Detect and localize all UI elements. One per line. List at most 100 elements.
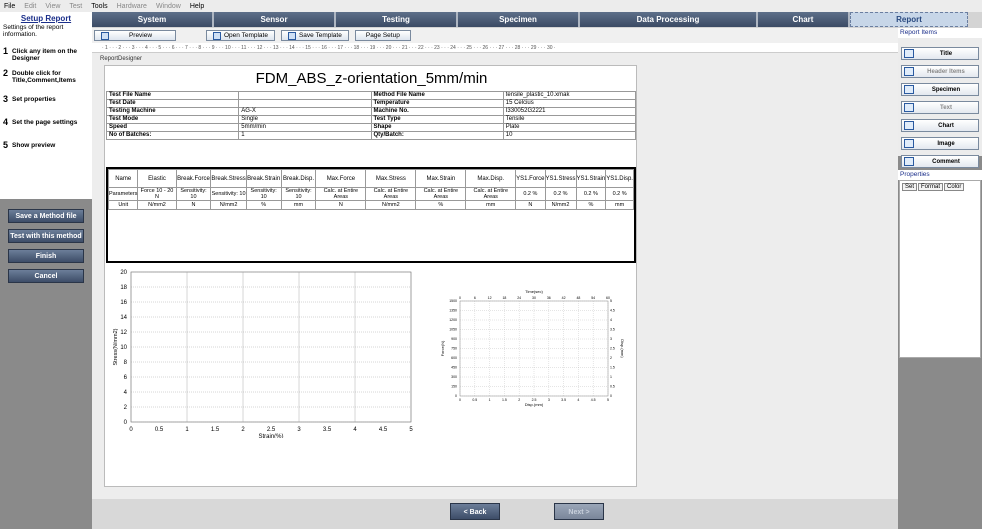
- x-tick-label: 0: [129, 427, 133, 433]
- menu-hardware[interactable]: Hardware: [117, 3, 147, 10]
- report-item-text[interactable]: Text: [901, 101, 979, 114]
- step-number: 5: [3, 140, 9, 150]
- nav-tab-data-processing[interactable]: Data Processing: [580, 12, 758, 27]
- results-cell: %: [245, 200, 282, 210]
- header-item-value: 15 Celcius: [502, 99, 637, 108]
- menu-tools[interactable]: Tools: [91, 3, 107, 10]
- y-tick-label: 14: [120, 315, 127, 321]
- report-item-label: Header Items: [927, 68, 965, 75]
- menu-bar: File Edit View Test Tools Hardware Window Help: [0, 0, 982, 12]
- report-item-label: Chart: [938, 122, 954, 129]
- setup-instructions: Setup Report Settings of the report info…: [0, 12, 92, 199]
- header-item-key: Test Type: [370, 115, 504, 124]
- right-panel: Report Items Title Header Items Specimen Te…: [898, 28, 982, 529]
- results-cell: Sensitivity: 10: [245, 187, 282, 201]
- menu-window[interactable]: Window: [156, 3, 181, 10]
- results-p-row: Parameters Force 10 - 20 N Sensitivity: 10…: [107, 187, 634, 201]
- y-axis-label: Force(N): [440, 340, 445, 356]
- x-tick-label: 4: [577, 398, 579, 402]
- results-cell: Elastic: [137, 169, 177, 188]
- results-cell: N/mm2: [365, 200, 417, 210]
- results-cell: 0.2 %: [544, 187, 577, 201]
- menu-test[interactable]: Test: [69, 3, 82, 10]
- menu-file[interactable]: File: [4, 3, 15, 10]
- stress-strain-chart[interactable]: 0 0.5 1 1.5 2 2.5 3 3.5 4 4.5 5 0 2 4 6 8 10 12 14 16 18 20 St…: [109, 268, 419, 438]
- x2-tick-label: 18: [502, 296, 506, 300]
- x-tick-label: 2.5: [267, 427, 276, 433]
- menu-edit[interactable]: Edit: [24, 3, 36, 10]
- x-axis-label: Strain(%): [258, 434, 283, 438]
- specimen-results-table[interactable]: Name Elastic Break.Force Break.Stress Break.…: [106, 167, 636, 263]
- cancel-button[interactable]: Cancel: [8, 269, 84, 283]
- y-tick-label: 2: [124, 405, 128, 411]
- report-item-header-items[interactable]: Header Items: [901, 65, 979, 78]
- x-tick-label: 4.5: [591, 398, 596, 402]
- header-item-value: I330052G2221: [502, 107, 637, 116]
- y2-tick-label: 3: [610, 337, 612, 341]
- save-template-button[interactable]: Save Template: [280, 30, 349, 41]
- page-setup-button[interactable]: Page Setup: [354, 30, 411, 41]
- specimen-icon: [904, 85, 914, 94]
- x2-tick-label: 36: [547, 296, 551, 300]
- nav-tab-system[interactable]: System: [92, 12, 214, 27]
- properties-tab-set[interactable]: Set: [902, 183, 918, 191]
- y2-tick-label: 4: [610, 318, 612, 322]
- next-button[interactable]: Next >: [554, 503, 604, 520]
- report-item-chart[interactable]: Chart: [901, 119, 979, 132]
- chart-icon: [904, 121, 914, 130]
- open-template-button[interactable]: Open Template: [206, 30, 275, 41]
- header-item-row: Testing Machine AG-X Machine No. I330052G22…: [105, 107, 637, 116]
- properties-tab-format[interactable]: Format: [918, 183, 944, 191]
- x-tick-label: 0.5: [155, 427, 164, 433]
- finish-button[interactable]: Finish: [8, 249, 84, 263]
- report-item-comment[interactable]: Comment: [901, 155, 979, 168]
- properties-tab-color[interactable]: Color: [944, 183, 965, 191]
- x-tick-label: 5: [607, 398, 609, 402]
- header-item-row: No of Batches: 1 Qty/Batch: 10: [105, 131, 637, 140]
- nav-tab-testing[interactable]: Testing: [336, 12, 458, 27]
- report-item-specimen[interactable]: Specimen: [901, 83, 979, 96]
- header-item-value: 5mm/min: [238, 123, 372, 132]
- header-item-key: Testing Machine: [105, 107, 240, 116]
- report-item-title[interactable]: Title: [901, 47, 979, 60]
- preview-icon: [101, 31, 109, 40]
- x-tick-label: 2: [241, 427, 245, 433]
- menu-view[interactable]: View: [45, 3, 60, 10]
- menu-help[interactable]: Help: [190, 3, 204, 10]
- report-designer-area: ReportDesigner FDM_ABS_z-orientation_5mm…: [92, 53, 898, 499]
- back-button[interactable]: < Back: [450, 503, 500, 520]
- designer-toolbar: Preview Open Template Save Template Page…: [92, 28, 898, 43]
- force-disp-chart[interactable]: 0 0.5 1 1.5 2 2.5 3 3.5 4 4.5 50 6 12 18 24 30 36 42 48 54 6…: [428, 271, 634, 436]
- report-title[interactable]: FDM_ABS_z-orientation_5mm/min: [105, 70, 638, 87]
- test-with-this-method-button[interactable]: Test with this method: [8, 229, 84, 243]
- results-cell: 0.2 %: [515, 187, 546, 201]
- y2-tick-label: 1.5: [610, 366, 615, 370]
- header-item-key: Machine No.: [370, 107, 504, 116]
- header-items-table[interactable]: Test File Name Method File Name tensile_pl…: [105, 91, 637, 140]
- results-cell: Break.Disp.: [280, 169, 317, 188]
- setup-report-title[interactable]: Setup Report: [3, 14, 89, 23]
- report-designer-tab[interactable]: ReportDesigner: [100, 56, 142, 62]
- nav-tab-chart[interactable]: Chart: [758, 12, 850, 27]
- save-a-method-file-button[interactable]: Save a Method file: [8, 209, 84, 223]
- header-item-value: [238, 91, 372, 100]
- preview-button[interactable]: Preview: [94, 30, 176, 41]
- nav-tab-specimen[interactable]: Specimen: [458, 12, 580, 27]
- report-item-image[interactable]: Image: [901, 137, 979, 150]
- results-cell: Name: [107, 169, 139, 188]
- x-tick-label: 1.5: [211, 427, 220, 433]
- y2-tick-label: 4.5: [610, 309, 615, 313]
- report-page[interactable]: FDM_ABS_z-orientation_5mm/min Test File …: [104, 65, 637, 487]
- nav-tab-report[interactable]: Report: [850, 12, 968, 27]
- x-tick-label: 4: [353, 427, 357, 433]
- setup-description: Settings of the report information.: [3, 24, 64, 38]
- y-tick-label: 18: [120, 285, 127, 291]
- nav-tab-sensor[interactable]: Sensor: [214, 12, 336, 27]
- results-cell: Break.Stress: [210, 169, 247, 188]
- y-tick-label: 600: [451, 356, 457, 360]
- open-template-label: Open Template: [224, 32, 268, 39]
- results-h-row: Name Elastic Break.Force Break.Stress Break.…: [107, 169, 634, 188]
- y-tick-label: 1350: [449, 309, 457, 313]
- results-cell: Unit: [107, 200, 139, 210]
- header-item-value: Plate: [502, 123, 637, 132]
